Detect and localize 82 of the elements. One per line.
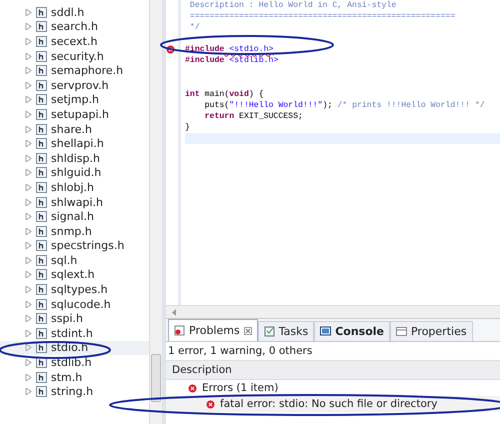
view-tab[interactable]: Problems (168, 319, 258, 341)
code-line: #include <stdlib.h> (185, 55, 280, 67)
scroll-left-arrow-icon[interactable] (172, 308, 177, 316)
file-name[interactable]: setjmp.h (51, 93, 100, 106)
error-message: fatal error: stdio: No such file or directory (220, 398, 438, 410)
header-file-icon (36, 36, 47, 47)
file-name[interactable]: specstrings.h (51, 239, 124, 252)
file-name[interactable]: shlwapi.h (51, 196, 104, 209)
problems-icon (174, 325, 185, 336)
header-file-icon (36, 284, 47, 296)
code-line: */ (188, 22, 201, 34)
scroll-thumb[interactable] (151, 354, 161, 402)
file-name[interactable]: sql.h (51, 254, 78, 267)
file-name[interactable]: shellapi.h (51, 137, 104, 150)
table-icon (396, 326, 407, 337)
file-name[interactable]: servprov.h (51, 78, 109, 92)
file-name[interactable]: sqltypes.h (51, 283, 108, 296)
header-file-icon (36, 182, 47, 193)
header-file-icon (36, 386, 47, 398)
header-file-icon (36, 80, 47, 91)
file-name[interactable]: shldisp.h (51, 152, 100, 165)
code-line: puts("!!!Hello World!!!"); /* prints !!!Hello World!!! */ (204, 100, 486, 111)
error-icon (188, 384, 197, 392)
checklist-icon (264, 326, 275, 337)
error-icon (206, 400, 215, 408)
file-name[interactable]: share.h (51, 122, 92, 136)
code-line: Description : Hello World in C, Ansi-style (188, 0, 398, 12)
header-file-icon (36, 372, 47, 383)
file-name[interactable]: sqlucode.h (51, 298, 111, 311)
header-file-icon (36, 342, 47, 354)
header-file-icon (36, 254, 47, 266)
close-icon[interactable] (244, 326, 252, 334)
view-tab[interactable]: Properties (390, 321, 473, 341)
file-name[interactable]: secext.h (51, 34, 98, 48)
file-name[interactable]: search.h (51, 20, 98, 34)
header-file-icon (36, 313, 47, 324)
file-name[interactable]: snmp.h (51, 224, 92, 238)
file-name[interactable]: stdio.h (51, 341, 88, 354)
file-name[interactable]: sqlext.h (51, 268, 95, 282)
code-line: return EXIT_SUCCESS; (204, 110, 304, 122)
file-name[interactable]: shlguid.h (51, 166, 102, 180)
view-tab[interactable]: Tasks (258, 321, 314, 341)
code-line: int main(void) { (185, 88, 265, 100)
header-file-icon (36, 196, 47, 208)
file-name[interactable]: stdlib.h (51, 356, 92, 370)
column-header[interactable]: Description (166, 360, 500, 380)
file-name[interactable]: string.h (51, 385, 94, 398)
header-file-icon (36, 65, 47, 76)
header-file-icon (36, 94, 47, 106)
file-name[interactable]: semaphore.h (51, 64, 124, 78)
problems-summary: 1 error, 1 warning, 0 others (167, 344, 314, 359)
header-file-icon (36, 21, 47, 32)
header-file-icon (36, 298, 47, 310)
file-name[interactable]: security.h (51, 50, 104, 63)
horizontal-scrollbar[interactable] (166, 305, 500, 318)
view-tab[interactable]: Console (314, 321, 390, 341)
file-name[interactable]: stdint.h (51, 326, 93, 340)
code-line: #include <stdio.h> (185, 44, 274, 56)
problem-row[interactable]: fatal error: stdio: No such file or directory (166, 396, 500, 412)
header-file-icon (36, 50, 47, 62)
file-name[interactable]: setupapi.h (51, 108, 110, 121)
header-file-icon (36, 6, 47, 18)
monitor-icon (320, 326, 332, 337)
header-file-icon (36, 167, 47, 178)
file-name[interactable]: sddl.h (51, 6, 84, 19)
code-line: ====================================================== (188, 11, 456, 22)
scrollbar[interactable] (149, 0, 162, 424)
header-file-icon (36, 152, 47, 164)
header-file-icon (36, 211, 47, 222)
error-group-label[interactable]: Errors (1 item) (202, 382, 278, 394)
header-file-icon (36, 226, 47, 237)
header-file-icon (36, 328, 47, 339)
file-name[interactable]: signal.h (51, 210, 94, 224)
code-line: } (185, 122, 191, 134)
file-name[interactable]: sspi.h (51, 312, 83, 326)
file-name[interactable]: stm.h (51, 370, 82, 384)
header-file-icon (36, 124, 47, 135)
header-file-icon (36, 269, 47, 280)
header-file-icon (36, 240, 47, 252)
header-file-icon (36, 138, 47, 150)
file-name[interactable]: shlobj.h (51, 180, 94, 194)
header-file-icon (36, 108, 47, 120)
